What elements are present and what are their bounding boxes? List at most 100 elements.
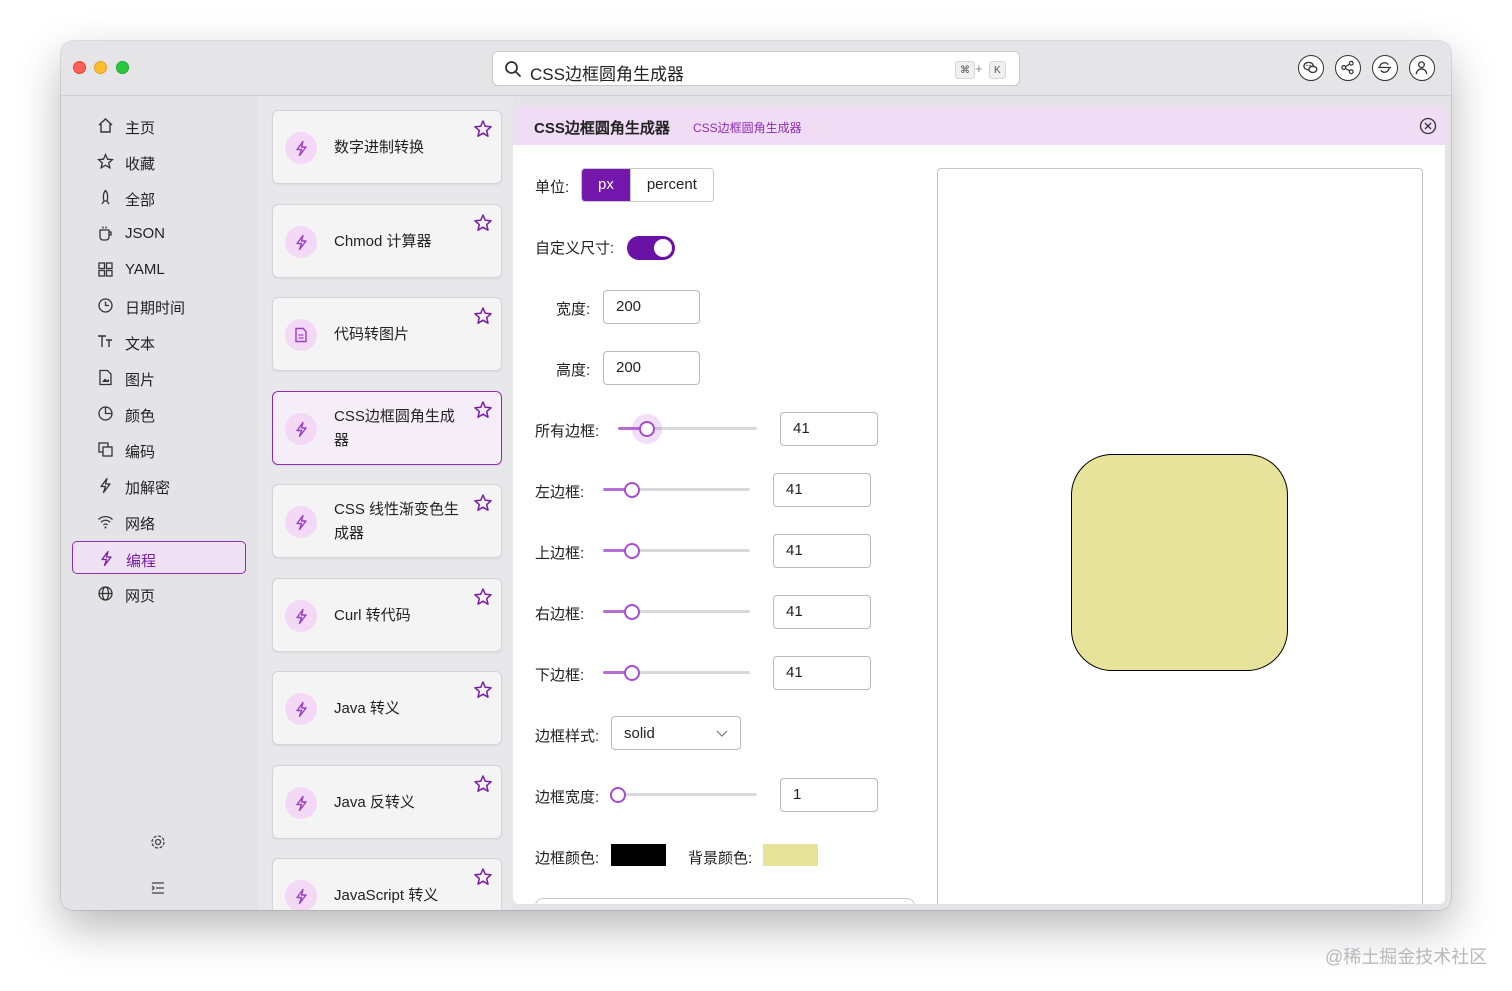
tool-card[interactable]: Chmod 计算器 [272, 203, 502, 278]
sidebar-item-label: 编程 [126, 553, 157, 570]
tool-card-title: CSS边框圆角生成器 [334, 407, 455, 449]
border-style-select[interactable]: solid [611, 716, 741, 750]
search-text: CSS边框圆角生成器 [530, 65, 684, 84]
clock-icon [98, 298, 113, 313]
sidebar-item-label: 加解密 [125, 480, 171, 497]
tool-card[interactable]: Java 反转义 [272, 764, 502, 839]
slider-thumb[interactable] [624, 482, 640, 498]
top-border-slider[interactable] [603, 542, 750, 560]
tool-icon-badge [285, 786, 317, 819]
star-icon[interactable] [473, 119, 493, 139]
tool-panel: CSS边框圆角生成器 CSS边框圆角生成器 单位: px percent 自定义… [513, 107, 1445, 904]
slider-thumb[interactable] [639, 421, 655, 437]
minimize-window-button[interactable] [94, 61, 107, 74]
sidebar-item-programming[interactable]: 编程 [72, 541, 246, 574]
height-label: 高度: [556, 362, 591, 379]
close-icon[interactable] [1419, 117, 1437, 135]
sidebar-item-text[interactable]: 文本 [72, 325, 246, 358]
sidebar: 主页 收藏 全部 JSON YAML 日期时间 文本 图片 颜色 编码 加解密 … [61, 96, 258, 910]
user-button[interactable] [1409, 55, 1435, 81]
tool-card[interactable]: Curl 转代码 [272, 577, 502, 652]
unit-option-px[interactable]: px [582, 169, 630, 201]
maximize-window-button[interactable] [116, 61, 129, 74]
sidebar-item-label: 网络 [125, 516, 156, 533]
tool-icon-badge [285, 880, 317, 910]
slider-thumb[interactable] [624, 665, 640, 681]
bottom-border-input[interactable]: 41 [773, 656, 871, 690]
border-width-input[interactable]: 1 [780, 778, 878, 812]
tool-card[interactable]: Java 转义 [272, 671, 502, 745]
border-color-swatch[interactable] [611, 844, 666, 866]
sidebar-item-encoding[interactable]: 编码 [72, 433, 246, 466]
right-border-input[interactable]: 41 [773, 595, 871, 629]
star-icon[interactable] [473, 774, 493, 794]
tool-subtitle: CSS边框圆角生成器 [693, 121, 802, 135]
menu-icon[interactable] [149, 879, 167, 897]
star-icon[interactable] [473, 493, 493, 513]
bolt-icon [296, 795, 307, 811]
sidebar-item-label: 颜色 [125, 408, 156, 425]
background-color-swatch[interactable] [763, 844, 818, 866]
sidebar-item-color[interactable]: 颜色 [72, 397, 246, 430]
file-icon [295, 327, 307, 343]
all-border-input[interactable]: 41 [780, 412, 878, 446]
star-icon[interactable] [473, 867, 493, 887]
right-border-label: 右边框: [535, 606, 585, 623]
custom-size-toggle[interactable] [627, 236, 675, 260]
all-border-label: 所有边框: [535, 423, 600, 440]
star-icon[interactable] [473, 213, 493, 233]
left-border-input[interactable]: 41 [773, 473, 871, 507]
tool-card[interactable]: JavaScript 转义 [272, 858, 502, 910]
sidebar-item-favorites[interactable]: 收藏 [72, 145, 246, 178]
globe-icon [98, 586, 113, 601]
sidebar-item-crypto[interactable]: 加解密 [72, 469, 246, 502]
search-input[interactable]: CSS边框圆角生成器 ⌘ + K [492, 51, 1020, 86]
sidebar-item-yaml[interactable]: YAML [72, 253, 246, 286]
slider-thumb[interactable] [624, 543, 640, 559]
sidebar-item-json[interactable]: JSON [72, 217, 246, 250]
sidebar-item-network[interactable]: 网络 [72, 505, 246, 538]
share-button[interactable] [1335, 55, 1361, 81]
height-input[interactable]: 200 [603, 351, 700, 385]
border-color-label: 边框颜色: [535, 850, 600, 867]
sidebar-item-home[interactable]: 主页 [72, 109, 246, 142]
tool-title: CSS边框圆角生成器 [534, 120, 670, 137]
sidebar-item-datetime[interactable]: 日期时间 [72, 289, 246, 322]
bottom-border-label: 下边框: [535, 667, 585, 684]
bolt-icon [296, 888, 307, 904]
slider-thumb[interactable] [624, 604, 640, 620]
user-icon [1415, 61, 1428, 75]
tool-card[interactable]: 代码转图片 [272, 297, 502, 371]
bolt-icon [296, 608, 307, 624]
tool-card-title: Java 转义 [334, 700, 400, 717]
slider-thumb[interactable] [610, 787, 626, 803]
unit-option-percent[interactable]: percent [629, 169, 713, 201]
width-input[interactable]: 200 [603, 290, 700, 324]
tool-card-title: Curl 转代码 [334, 606, 411, 624]
bottom-border-slider[interactable] [603, 664, 750, 682]
settings-icon[interactable] [149, 833, 167, 851]
sidebar-item-all[interactable]: 全部 [72, 181, 246, 214]
border-style-label: 边框样式: [535, 728, 600, 745]
all-border-slider[interactable] [618, 414, 757, 444]
star-icon[interactable] [473, 680, 493, 700]
star-icon[interactable] [473, 306, 493, 326]
close-window-button[interactable] [73, 61, 86, 74]
wechat-button[interactable] [1298, 55, 1324, 81]
border-width-slider[interactable] [610, 786, 757, 804]
tool-card[interactable]: 数字进制转换 [272, 110, 502, 184]
unit-selector: px percent [581, 168, 714, 202]
tool-card[interactable]: CSS 线性渐变色生成器 [272, 484, 502, 558]
search-icon [505, 61, 521, 77]
sidebar-item-web[interactable]: 网页 [72, 577, 246, 610]
right-border-slider[interactable] [603, 603, 750, 621]
top-border-input[interactable]: 41 [773, 534, 871, 568]
bolt-icon [101, 550, 112, 567]
star-icon[interactable] [473, 400, 493, 420]
left-border-slider[interactable] [603, 481, 750, 499]
sidebar-item-image[interactable]: 图片 [72, 361, 246, 394]
sync-button[interactable] [1372, 55, 1398, 81]
background-color-label: 背景颜色: [688, 850, 753, 867]
tool-card[interactable]: CSS边框圆角生成器 [272, 390, 502, 465]
star-icon[interactable] [473, 587, 493, 607]
